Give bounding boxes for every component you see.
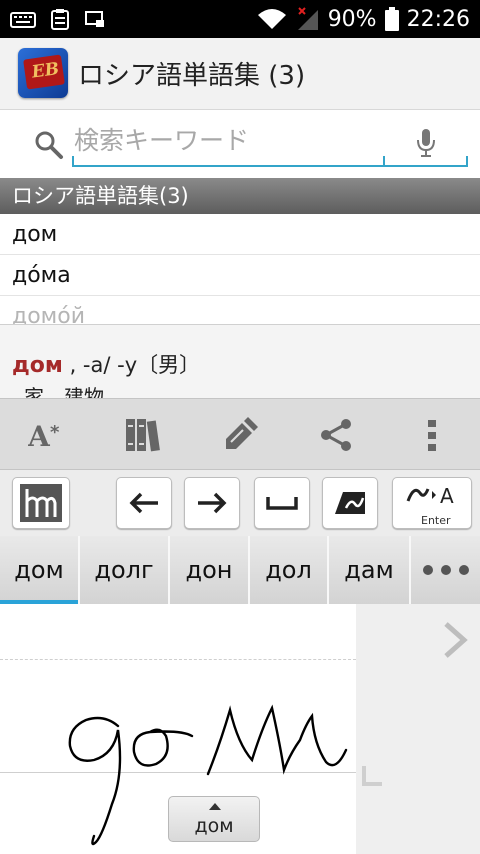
recognition-preview-button[interactable]: дом: [168, 796, 260, 842]
book-icon: EB: [23, 54, 65, 90]
enter-icon: A: [406, 484, 454, 508]
expand-up-icon: [209, 803, 221, 810]
arrow-left-icon: [129, 492, 158, 514]
handwriting-canvas[interactable]: дом: [0, 604, 480, 854]
font-size-icon: A *: [28, 420, 60, 450]
share-icon: [321, 419, 351, 451]
candidate-item[interactable]: дон: [170, 536, 250, 604]
arrow-right-icon: [198, 492, 227, 514]
screen-mirror-icon: [85, 11, 104, 27]
app-bar: EB ロシア語単語集 (3): [0, 38, 480, 110]
more-horizontal-icon: [422, 565, 469, 575]
toolbar: A *: [0, 398, 480, 470]
canvas-marker-icon: [362, 766, 382, 786]
dictionaries-button[interactable]: [104, 399, 184, 471]
system-status: 90% 22:26: [256, 0, 470, 38]
search-underline: [72, 165, 468, 167]
search-underline-left: [72, 156, 74, 167]
handwriting-mode-icon: [20, 484, 62, 522]
search-icon: [35, 131, 63, 159]
enter-button[interactable]: A Enter: [392, 477, 472, 529]
backspace-button[interactable]: [322, 477, 378, 529]
candidate-item[interactable]: долг: [80, 536, 170, 604]
list-item[interactable]: домо́й: [0, 296, 480, 324]
svg-text:A: A: [440, 484, 454, 508]
edit-button[interactable]: [200, 399, 280, 471]
clipboard-icon: [51, 9, 69, 30]
notification-icons: [10, 8, 106, 30]
more-vertical-icon: [428, 420, 436, 451]
svg-text:A: A: [28, 420, 51, 450]
overflow-menu-button[interactable]: [392, 399, 472, 471]
share-button[interactable]: [296, 399, 376, 471]
handwriting-controls: A Enter: [0, 470, 480, 536]
pencil-note-icon: [226, 417, 258, 449]
section-header: ロシア語単語集(3): [0, 178, 480, 214]
app-screen: 90% 22:26 EB ロシア語単語集 (3) 検索キーワード ロシア語単語集…: [0, 0, 480, 854]
search-underline-right: [466, 156, 468, 167]
space-button[interactable]: [254, 477, 310, 529]
chevron-right-icon[interactable]: [440, 620, 470, 660]
app-logo[interactable]: EB: [18, 48, 68, 98]
wifi-icon: [257, 9, 286, 29]
grammar-forms: , -а/ -у〔男〕: [69, 353, 201, 377]
app-title: ロシア語単語集 (3): [78, 61, 306, 91]
candidate-item[interactable]: дом: [0, 536, 80, 604]
backspace-icon: [335, 492, 365, 514]
clock: 22:26: [406, 6, 470, 32]
signal-icon: [297, 7, 318, 30]
candidate-bar: дом долг дон дол дам: [0, 536, 480, 604]
list-item[interactable]: дом: [0, 214, 480, 255]
search-underline-divider: [383, 156, 385, 167]
preview-label: дом: [194, 815, 234, 837]
cursor-right-button[interactable]: [184, 477, 240, 529]
battery-icon: [384, 7, 399, 31]
canvas-side-panel: [356, 604, 480, 854]
search-bar: [0, 110, 480, 178]
word-list: дом до́ма домо́й: [0, 214, 480, 324]
meaning: 家、建物。: [24, 385, 124, 398]
font-size-button[interactable]: A *: [8, 399, 88, 471]
search-input[interactable]: [74, 120, 384, 160]
definition-panel: дом , -а/ -у〔男〕 家、建物。: [0, 324, 480, 398]
candidate-item[interactable]: дол: [250, 536, 329, 604]
svg-text:*: *: [50, 422, 60, 443]
handwriting-mode-button[interactable]: [12, 477, 70, 529]
more-candidates-button[interactable]: [411, 536, 480, 604]
space-icon: [266, 497, 298, 510]
list-item[interactable]: до́ма: [0, 255, 480, 296]
candidate-item[interactable]: дам: [329, 536, 411, 604]
definition-line: дом , -а/ -у〔男〕: [12, 349, 480, 379]
enter-label: Enter: [421, 514, 451, 527]
books-icon: [126, 419, 160, 452]
status-bar: 90% 22:26: [0, 0, 480, 38]
keyboard-icon: [10, 12, 36, 28]
cursor-left-button[interactable]: [116, 477, 172, 529]
battery-percent: 90%: [327, 6, 377, 32]
headword: дом: [12, 353, 63, 378]
microphone-icon[interactable]: [416, 128, 436, 158]
